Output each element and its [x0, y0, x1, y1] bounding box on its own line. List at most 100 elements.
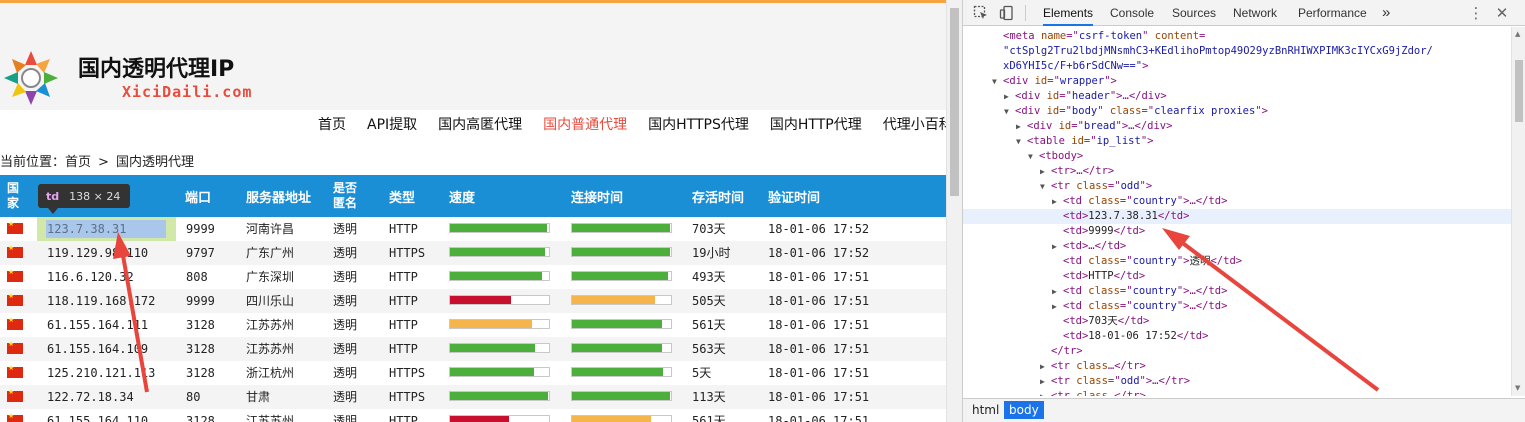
- expand-arrow-icon[interactable]: ▶: [1052, 299, 1062, 314]
- tab-console[interactable]: Console: [1110, 0, 1154, 26]
- dom-token: <td>: [1063, 315, 1089, 327]
- dom-token: …</tr>: [1107, 390, 1146, 396]
- expand-arrow-icon[interactable]: ▶: [1040, 164, 1050, 179]
- dom-node[interactable]: <td>703天</td>: [963, 314, 1511, 329]
- dom-node[interactable]: ▼ <tbody>: [963, 149, 1511, 164]
- connect-bar-fill: [572, 392, 670, 400]
- dom-token: ">: [1176, 255, 1190, 267]
- collapse-arrow-icon[interactable]: ▼: [1004, 104, 1014, 119]
- tab-sources[interactable]: Sources: [1172, 0, 1216, 26]
- dom-node[interactable]: <td class="country">透明</td>: [963, 254, 1511, 269]
- nav-item-5[interactable]: 国内HTTP代理: [770, 114, 862, 136]
- dom-node[interactable]: <meta name="csrf-token" content=: [963, 29, 1511, 44]
- nav-item-3[interactable]: 国内普通代理: [543, 114, 627, 136]
- dom-node[interactable]: "ctSplg2Tru2lbdjMNsmhC3+KEdlihoPmtop49O2…: [963, 44, 1511, 59]
- dom-crumb-body[interactable]: body: [1004, 401, 1044, 419]
- dom-token: bread: [1083, 120, 1116, 132]
- dom-node[interactable]: ▶ <td class="country">…</td>: [963, 194, 1511, 209]
- collapse-arrow-icon[interactable]: ▼: [1040, 179, 1050, 194]
- expand-arrow-icon[interactable]: ▶: [1052, 284, 1062, 299]
- dom-node[interactable]: ▼ <table id="ip_list">: [963, 134, 1511, 149]
- dom-token: body: [1071, 105, 1098, 117]
- type-cell: HTTPS: [389, 390, 426, 404]
- dom-node[interactable]: ▶ <td class="country">…</td>: [963, 284, 1511, 299]
- dom-node-markup: <tr class…</tr>: [1051, 389, 1146, 396]
- expand-arrow-icon[interactable]: ▶: [1040, 374, 1050, 389]
- nav-item-0[interactable]: 首页: [318, 114, 346, 136]
- dom-tree-scrollbar-thumb[interactable]: [1515, 60, 1523, 122]
- verified-cell: 18-01-06 17:52: [768, 222, 870, 236]
- dom-node[interactable]: ▶<tr class…</tr>: [963, 389, 1511, 396]
- nav-item-4[interactable]: 国内HTTPS代理: [648, 114, 749, 136]
- dom-node[interactable]: ▼ <div id="wrapper">: [963, 74, 1511, 89]
- collapse-arrow-icon[interactable]: ▼: [1016, 134, 1026, 149]
- dom-node[interactable]: ▶ <td class="country">…</td>: [963, 299, 1511, 314]
- dom-token: <div: [1015, 90, 1047, 102]
- kebab-menu-icon[interactable]: ⋮: [1468, 5, 1484, 21]
- alive-cell: 561天: [692, 414, 726, 422]
- scroll-down-icon[interactable]: ▼: [1515, 384, 1520, 392]
- expand-arrow-icon[interactable]: ▶: [1052, 194, 1062, 209]
- dom-node-markup: <td>18-01-06 17:52</td>: [1063, 329, 1208, 344]
- anonymity-cell: 透明: [333, 414, 358, 422]
- dom-token: class: [1109, 105, 1142, 117]
- collapse-arrow-icon[interactable]: ▼: [1028, 149, 1038, 164]
- device-toolbar-icon[interactable]: [999, 5, 1015, 21]
- dom-node[interactable]: ▶ <td>…</td>: [963, 239, 1511, 254]
- dom-node[interactable]: ▼ <div id="body" class="clearfix proxies"…: [963, 104, 1511, 119]
- dom-node[interactable]: xD6YHI5c/F+b6rSdCNw==">: [963, 59, 1511, 74]
- expand-arrow-icon[interactable]: ▶: [1052, 239, 1062, 254]
- breadcrumb-prefix: 当前位置：: [0, 155, 66, 170]
- scroll-up-icon[interactable]: ▲: [1515, 30, 1520, 38]
- dom-node[interactable]: ▶ <div id="bread">…</div>: [963, 119, 1511, 134]
- inspect-tooltip: td 138 × 24: [38, 184, 130, 208]
- dom-node[interactable]: <td>HTTP</td>: [963, 269, 1511, 284]
- more-tabs-button[interactable]: »: [1382, 0, 1390, 26]
- col-alive-time: 存活时间: [692, 190, 745, 206]
- dom-node[interactable]: ▼ <tr class="odd">: [963, 179, 1511, 194]
- port-cell: 808: [186, 270, 208, 284]
- dom-token: <div: [1015, 105, 1047, 117]
- dom-token: <tr: [1051, 375, 1077, 387]
- nav-item-6[interactable]: 代理小百科: [883, 114, 946, 136]
- expand-arrow-icon[interactable]: ▶: [1040, 359, 1050, 374]
- dom-crumb-html[interactable]: html: [967, 401, 1004, 419]
- page-scrollbar-thumb[interactable]: [950, 8, 959, 196]
- dom-token: <td>: [1063, 225, 1089, 237]
- dom-node[interactable]: <td>9999</td>: [963, 224, 1511, 239]
- tab-performance[interactable]: Performance: [1298, 0, 1367, 26]
- expand-arrow-icon[interactable]: ▶: [1016, 119, 1026, 134]
- connect-bar-fill: [572, 320, 663, 328]
- expand-arrow-icon[interactable]: ▶: [1040, 389, 1050, 396]
- tab-network[interactable]: Network: [1233, 0, 1277, 26]
- close-icon[interactable]: ✕: [1494, 5, 1510, 21]
- dom-node-markup: <tr>…</tr>: [1051, 164, 1114, 179]
- dom-node-markup: "ctSplg2Tru2lbdjMNsmhC3+KEdlihoPmtop49O2…: [1003, 44, 1433, 59]
- dom-node[interactable]: </tr>: [963, 344, 1511, 359]
- dom-node-selected[interactable]: <td>123.7.38.31</td>: [963, 209, 1511, 224]
- dom-tree-scrollbar[interactable]: ▲ ▼: [1511, 27, 1525, 396]
- dom-token: class: [1088, 255, 1120, 267]
- dom-node[interactable]: ▶ <tr>…</tr>: [963, 164, 1511, 179]
- ip-cell: 122.72.18.34: [47, 390, 134, 404]
- ip-cell: 61.155.164.111: [47, 318, 149, 332]
- expand-arrow-icon[interactable]: ▶: [1004, 89, 1014, 104]
- collapse-arrow-icon[interactable]: ▼: [992, 74, 1002, 89]
- dom-node[interactable]: ▶ <div id="header">…</div>: [963, 89, 1511, 104]
- dom-node[interactable]: ▶ <tr class="odd">…</tr>: [963, 374, 1511, 389]
- dom-token: ">: [1139, 180, 1153, 192]
- tab-elements[interactable]: Elements: [1043, 0, 1094, 26]
- verified-cell: 18-01-06 17:52: [768, 246, 870, 260]
- site-header: 国内透明代理IP XiciDaili.com: [0, 3, 946, 110]
- dom-node[interactable]: <td>18-01-06 17:52</td>: [963, 329, 1511, 344]
- nav-item-1[interactable]: API提取: [367, 114, 417, 136]
- dom-token: <tr: [1051, 390, 1077, 396]
- nav-item-2[interactable]: 国内高匿代理: [438, 114, 522, 136]
- inspect-element-icon[interactable]: [973, 5, 989, 21]
- dom-tree[interactable]: <meta name="csrf-token" content= "ctSplg2…: [963, 27, 1511, 396]
- dom-node[interactable]: ▶<tr class…</tr>: [963, 359, 1511, 374]
- page-scrollbar[interactable]: [946, 0, 962, 422]
- verified-cell: 18-01-06 17:51: [768, 270, 870, 284]
- dom-token: </td>: [1113, 270, 1146, 282]
- breadcrumb-home-link[interactable]: 首页: [65, 155, 91, 170]
